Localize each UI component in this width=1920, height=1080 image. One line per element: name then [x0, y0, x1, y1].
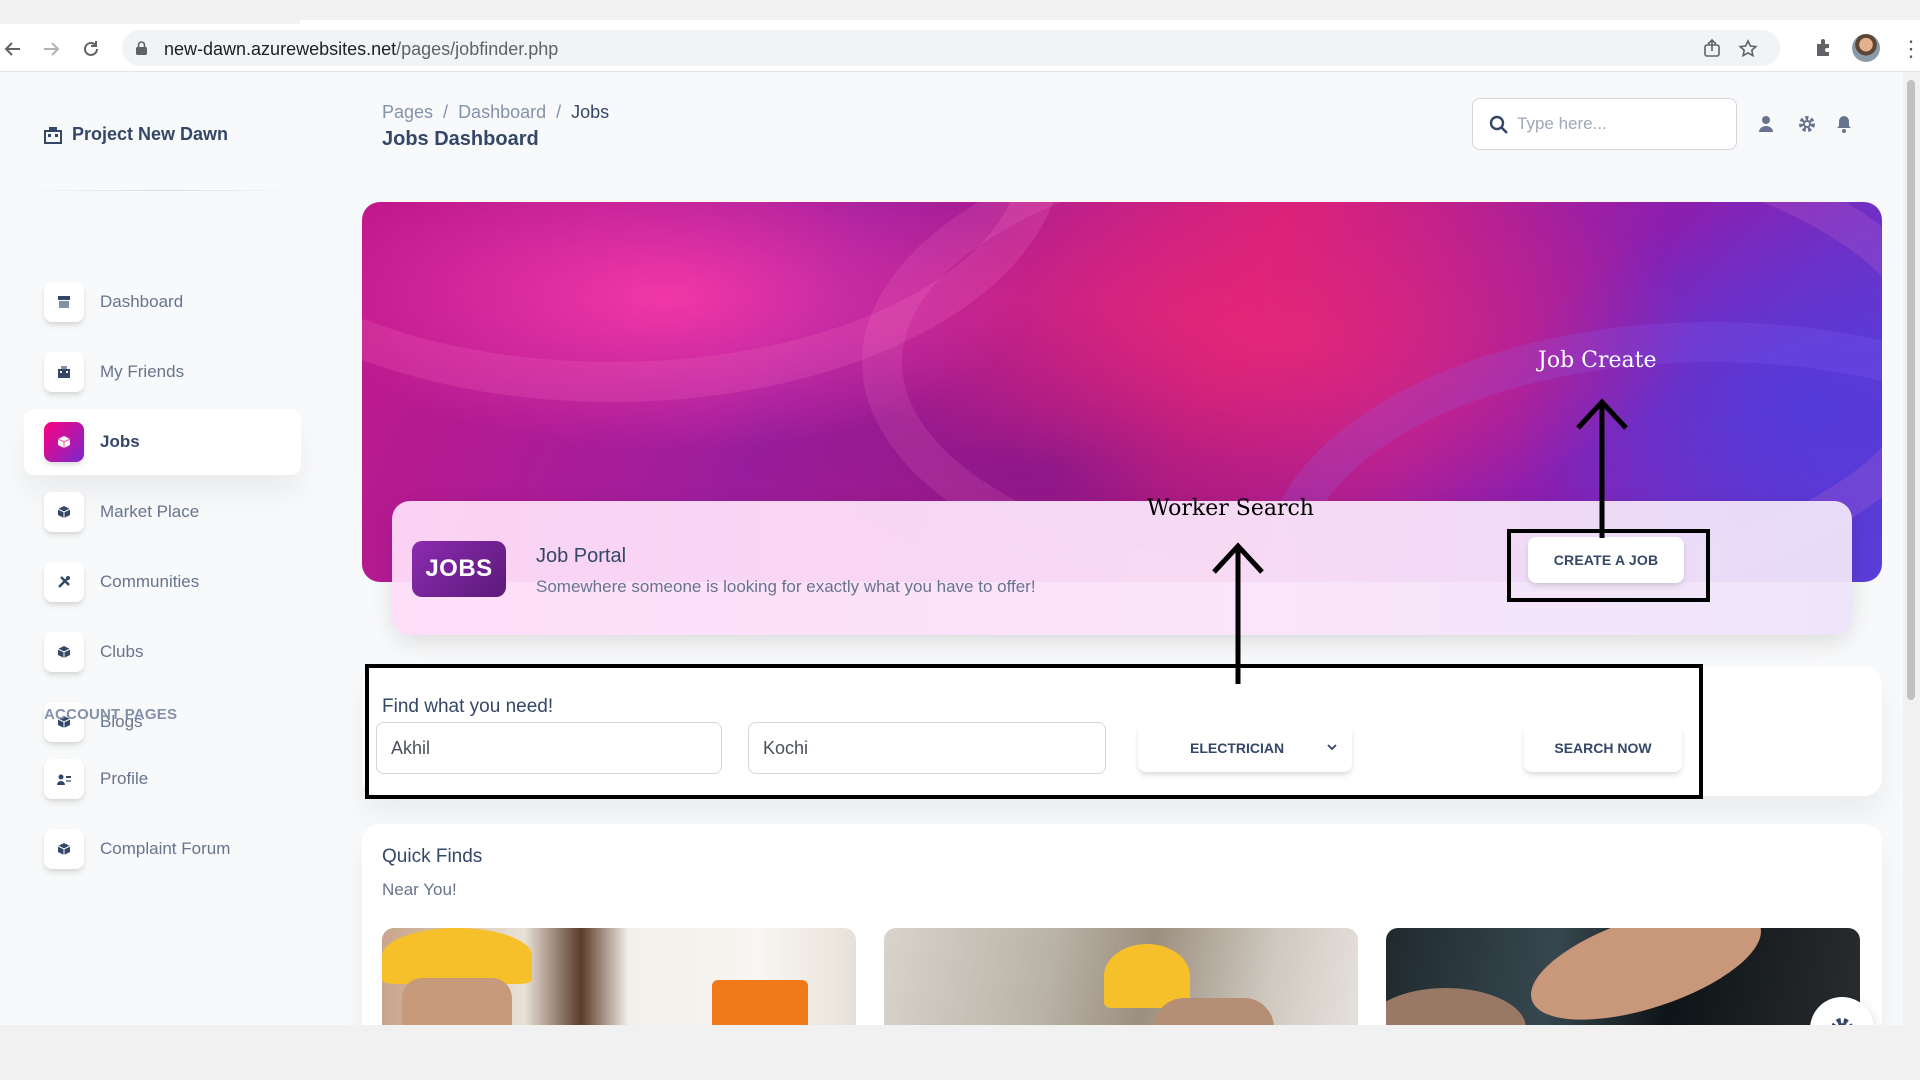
extensions-icon[interactable]: [1813, 36, 1835, 58]
portal-subtitle: Somewhere someone is looking for exactly…: [536, 577, 1036, 596]
breadcrumb: Pages / Dashboard / Jobs: [382, 102, 609, 123]
sidebar-item-clubs[interactable]: Clubs: [24, 619, 301, 685]
scrollbar-thumb[interactable]: [1907, 80, 1915, 700]
worker-search-annotation: Worker Search: [1147, 496, 1314, 521]
reload-icon[interactable]: [78, 36, 104, 62]
office-icon: [44, 352, 84, 392]
sidebar-item-label: My Friends: [100, 362, 185, 381]
face-shape: [1154, 998, 1274, 1025]
brand[interactable]: Project New Dawn: [44, 124, 228, 145]
tool-shape: [712, 980, 808, 1025]
lock-icon: [136, 41, 147, 55]
breadcrumb-dashboard[interactable]: Dashboard: [458, 102, 546, 123]
jobs-logo-text: JOBS: [425, 555, 493, 582]
portal-title: Job Portal: [536, 545, 627, 567]
sidebar-item-jobs[interactable]: Jobs: [24, 409, 301, 475]
worker-photo[interactable]: [884, 928, 1358, 1025]
breadcrumb-separator: /: [556, 102, 562, 122]
sidebar-item-profile[interactable]: Profile: [24, 746, 301, 812]
building-icon: [44, 126, 62, 144]
shop-icon: [44, 282, 84, 322]
arm-shape: [1517, 928, 1775, 1025]
sidebar-item-dashboard[interactable]: Dashboard: [24, 269, 301, 335]
sidebar-item-complaint-forum[interactable]: Complaint Forum: [24, 816, 301, 882]
search-input[interactable]: [1517, 111, 1717, 137]
user-icon[interactable]: [1756, 114, 1776, 134]
address-url: new-dawn.azurewebsites.net/pages/jobfind…: [164, 39, 559, 59]
account-pages-heading: ACCOUNT PAGES: [44, 706, 178, 723]
address-bar[interactable]: new-dawn.azurewebsites.net/pages/jobfind…: [122, 30, 1780, 66]
sidebar: Project New Dawn Dashboard My Friends Jo…: [0, 72, 330, 1025]
browser-toolbar: new-dawn.azurewebsites.net/pages/jobfind…: [0, 24, 1920, 72]
sidebar-item-label: Jobs: [100, 432, 140, 451]
hardhat-shape: [382, 928, 532, 984]
brand-name: Project New Dawn: [72, 124, 229, 144]
worker-photo[interactable]: [382, 928, 856, 1025]
breadcrumb-pages[interactable]: Pages: [382, 102, 433, 123]
breadcrumb-separator: /: [443, 102, 449, 122]
worker-search-highlight-box: [365, 664, 1703, 799]
window-bottom: [0, 1025, 1920, 1080]
jobs-logo: JOBS: [412, 541, 506, 597]
worker-photo[interactable]: [1386, 928, 1860, 1025]
browser-menu-icon[interactable]: ⋮: [1900, 36, 1920, 62]
user-card-icon: [44, 759, 84, 799]
box-icon: [44, 492, 84, 532]
job-create-highlight-box: [1507, 529, 1710, 602]
sidebar-item-communities[interactable]: Communities: [24, 549, 301, 615]
sidebar-item-label: Market Place: [100, 502, 200, 521]
sidebar-item-label: Dashboard: [100, 292, 184, 311]
sidebar-item-label: Profile: [100, 769, 149, 788]
gear-icon[interactable]: [1797, 114, 1817, 134]
sidebar-item-market-place[interactable]: Market Place: [24, 479, 301, 545]
bookmark-star-icon[interactable]: [1738, 39, 1758, 59]
gear-icon: [1831, 1017, 1853, 1025]
job-create-annotation: Job Create: [1538, 348, 1657, 373]
search-icon: [1489, 115, 1508, 134]
browser-profile-avatar[interactable]: [1852, 34, 1880, 62]
sidebar-divider: [24, 190, 300, 191]
share-icon[interactable]: [1702, 39, 1722, 59]
quick-finds-title: Quick Finds: [382, 846, 483, 867]
box-icon: [44, 829, 84, 869]
breadcrumb-current: Jobs: [571, 102, 610, 122]
sidebar-item-label: Clubs: [100, 642, 144, 661]
quick-finds-subtitle: Near You!: [382, 880, 457, 899]
hand-shape: [1386, 988, 1526, 1025]
quick-finds-panel: Quick Finds Near You!: [362, 824, 1882, 1025]
sidebar-item-label: Complaint Forum: [100, 839, 231, 858]
sidebar-item-my-friends[interactable]: My Friends: [24, 339, 301, 405]
back-icon[interactable]: [0, 36, 26, 62]
tools-icon: [44, 562, 84, 602]
face-shape: [402, 978, 512, 1025]
box-icon: [44, 632, 84, 672]
bell-icon[interactable]: [1834, 114, 1854, 134]
page-title: Jobs Dashboard: [382, 128, 539, 150]
page-scrollbar[interactable]: [1903, 72, 1920, 1025]
header-search: [1472, 98, 1737, 150]
forward-icon[interactable]: [38, 36, 64, 62]
sidebar-item-label: Communities: [100, 572, 200, 591]
browser-tab-strip: [0, 0, 1920, 24]
box-icon: [44, 422, 84, 462]
